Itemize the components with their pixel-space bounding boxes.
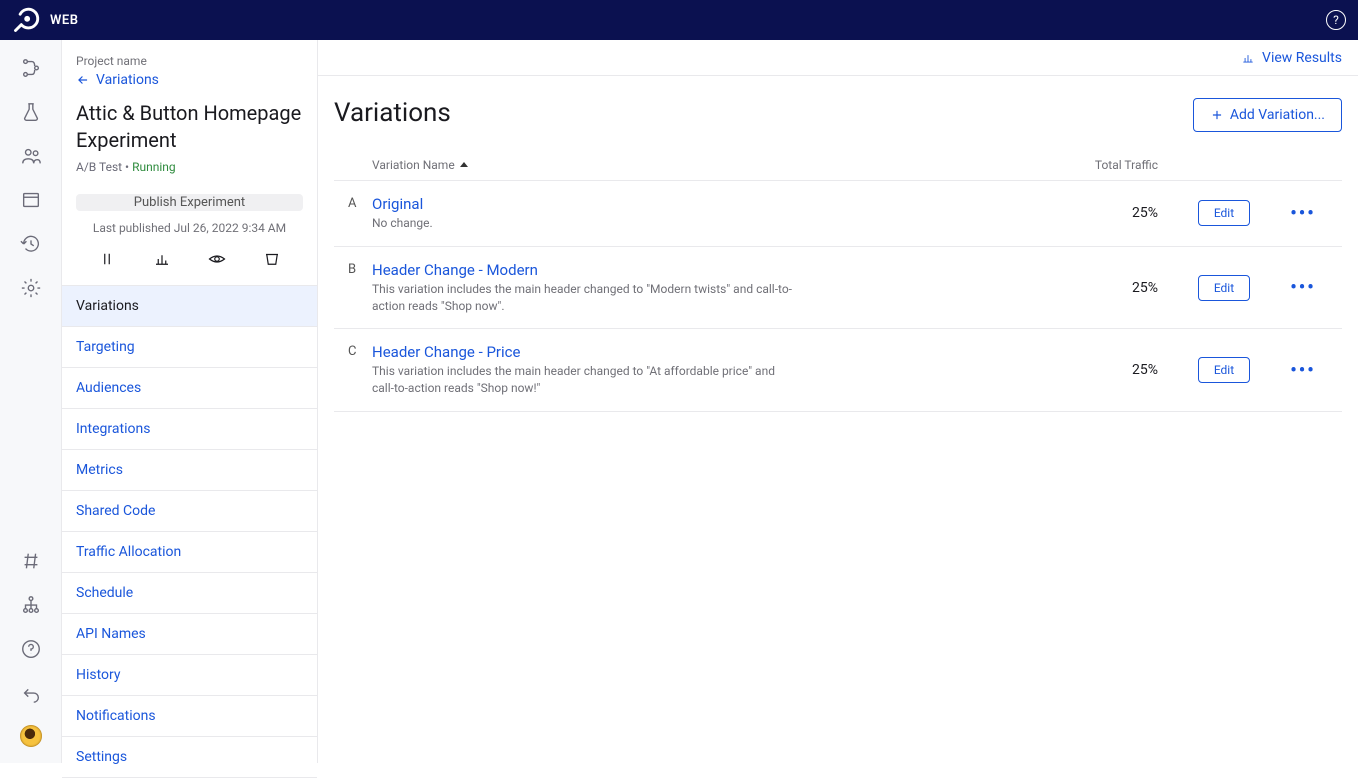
back-variations-link[interactable]: Variations	[76, 72, 303, 88]
col-total-traffic[interactable]: Total Traffic	[1068, 158, 1198, 172]
table-row: A Original No change. 25% Edit •••	[334, 181, 1342, 247]
traffic-value: 25%	[1068, 362, 1198, 378]
nav-variations[interactable]: Variations	[62, 286, 317, 327]
page-title: Variations	[334, 98, 451, 128]
traffic-value: 25%	[1068, 280, 1198, 296]
avatar[interactable]	[20, 725, 42, 747]
side-panel: Project name Variations Attic & Button H…	[62, 40, 318, 763]
sidebar-nav: Variations Targeting Audiences Integrati…	[62, 285, 317, 778]
nav-history[interactable]: History	[62, 655, 317, 696]
content-topbar: View Results	[318, 40, 1358, 76]
status-badge: Running	[132, 160, 176, 174]
brand-text: WEB	[50, 13, 79, 28]
history-icon[interactable]	[19, 232, 43, 256]
pause-icon[interactable]	[92, 247, 122, 271]
nav-audiences[interactable]: Audiences	[62, 368, 317, 409]
bar-chart-icon	[1240, 51, 1256, 65]
bar-chart-icon[interactable]	[147, 247, 177, 271]
nav-metrics[interactable]: Metrics	[62, 450, 317, 491]
sort-asc-icon	[459, 160, 469, 170]
nav-integrations[interactable]: Integrations	[62, 409, 317, 450]
variation-name-link[interactable]: Header Change - Modern	[372, 261, 1048, 279]
edit-button[interactable]: Edit	[1198, 275, 1250, 301]
edit-button[interactable]: Edit	[1198, 357, 1250, 383]
variation-name-link[interactable]: Header Change - Price	[372, 343, 1048, 361]
more-icon[interactable]: •••	[1278, 203, 1328, 224]
last-published-text: Last published Jul 26, 2022 9:34 AM	[62, 217, 317, 247]
table-row: B Header Change - Modern This variation …	[334, 247, 1342, 330]
help-rail-icon[interactable]	[19, 637, 43, 661]
nav-schedule[interactable]: Schedule	[62, 573, 317, 614]
nav-shared-code[interactable]: Shared Code	[62, 491, 317, 532]
variation-letter: B	[348, 261, 372, 277]
eye-icon[interactable]	[202, 247, 232, 271]
window-icon[interactable]	[19, 188, 43, 212]
users-icon[interactable]	[19, 144, 43, 168]
nav-api-names[interactable]: API Names	[62, 614, 317, 655]
topbar: WEB ?	[0, 0, 1358, 40]
undo-icon[interactable]	[19, 681, 43, 705]
variation-letter: A	[348, 195, 372, 211]
nav-settings[interactable]: Settings	[62, 737, 317, 778]
arrow-left-icon	[76, 73, 90, 87]
table-row: C Header Change - Price This variation i…	[334, 329, 1342, 412]
more-icon[interactable]: •••	[1278, 360, 1328, 381]
publish-button[interactable]: Publish Experiment	[76, 194, 303, 211]
view-results-link[interactable]: View Results	[1240, 50, 1342, 66]
icon-rail	[0, 40, 62, 763]
brand-logo-icon	[12, 6, 40, 34]
archive-icon[interactable]	[257, 247, 287, 271]
flask-icon[interactable]	[19, 100, 43, 124]
plus-icon	[1210, 108, 1224, 122]
col-variation-name[interactable]: Variation Name	[372, 158, 1068, 172]
project-label: Project name	[76, 54, 303, 68]
content-area: View Results Variations Add Variation...…	[318, 40, 1358, 763]
hash-icon[interactable]	[19, 549, 43, 573]
add-variation-button[interactable]: Add Variation...	[1193, 98, 1342, 132]
settings-icon[interactable]	[19, 276, 43, 300]
experiment-title: Attic & Button Homepage Experiment	[76, 100, 303, 154]
variation-letter: C	[348, 343, 372, 359]
variation-name-link[interactable]: Original	[372, 195, 1048, 213]
nav-targeting[interactable]: Targeting	[62, 327, 317, 368]
variation-description: No change.	[372, 215, 792, 232]
sitemap-icon[interactable]	[19, 593, 43, 617]
nav-notifications[interactable]: Notifications	[62, 696, 317, 737]
help-icon[interactable]: ?	[1326, 10, 1346, 30]
experiment-meta: A/B Test • Running	[76, 160, 303, 174]
variation-description: This variation includes the main header …	[372, 281, 792, 315]
edit-button[interactable]: Edit	[1198, 200, 1250, 226]
traffic-value: 25%	[1068, 205, 1198, 221]
variation-description: This variation includes the main header …	[372, 363, 792, 397]
nav-traffic-allocation[interactable]: Traffic Allocation	[62, 532, 317, 573]
variations-table: Variation Name Total Traffic A Original …	[334, 150, 1342, 412]
action-toolbar	[62, 247, 317, 285]
table-header: Variation Name Total Traffic	[334, 150, 1342, 181]
flow-icon[interactable]	[19, 56, 43, 80]
more-icon[interactable]: •••	[1278, 277, 1328, 298]
